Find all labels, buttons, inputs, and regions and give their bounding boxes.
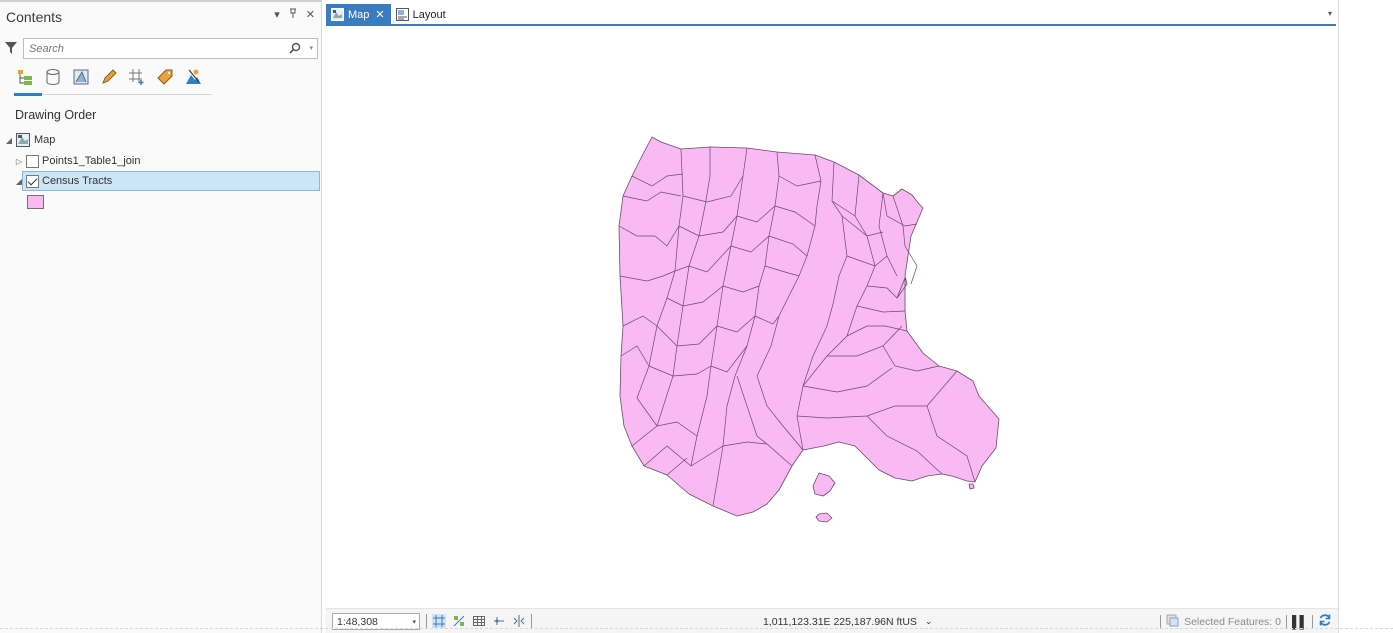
tract-island-1: [813, 473, 835, 496]
drawing-order-icon: [16, 68, 34, 86]
census-tracts-map: [327, 26, 1336, 608]
legend-symbol-swatch[interactable]: [27, 195, 44, 209]
tab-close-icon[interactable]: ✕: [375, 8, 384, 21]
map-icon: [331, 8, 344, 21]
tree-item-label: Points1_Table1_join: [42, 155, 140, 167]
map-icon: [16, 133, 30, 147]
search-box: ▾: [23, 38, 318, 59]
tree-item-map[interactable]: ◢ Map: [4, 130, 304, 150]
divider: [1160, 615, 1161, 629]
tree-item-points1-table1-join[interactable]: ▷ Points1_Table1_join: [14, 151, 314, 171]
tree-item-census-tracts[interactable]: ◢ Census Tracts: [22, 171, 320, 191]
table-toggle-button[interactable]: [471, 613, 487, 629]
collapse-triangle-icon[interactable]: ◢: [14, 177, 24, 186]
snapping-icon: [128, 68, 146, 86]
grid-toggle-button[interactable]: [451, 613, 467, 629]
pane-pin-button[interactable]: [289, 8, 297, 21]
drawing-order-heading: Drawing Order: [15, 108, 96, 122]
table-icon: [472, 614, 486, 628]
constraint-toggle-button[interactable]: [491, 613, 507, 629]
contents-toolbar: [14, 66, 203, 88]
tab-list-chevron-icon[interactable]: ▾: [1328, 9, 1332, 18]
status-tools: [426, 613, 532, 629]
pane-top-border: [0, 0, 322, 4]
layout-icon: [396, 8, 409, 21]
snapping-icon: [432, 614, 446, 628]
tract-main-polygon: [619, 137, 999, 516]
contents-pane: Contents ▾ ✕ ▾: [0, 0, 322, 633]
pane-options-button[interactable]: ▾: [274, 8, 280, 21]
constraint-icon: [492, 614, 506, 628]
label-tag-icon: [156, 68, 174, 86]
pencil-icon: [100, 68, 118, 86]
bottom-border: [0, 628, 1393, 633]
list-by-perspective-imagery-button[interactable]: [182, 66, 203, 88]
divider: [426, 614, 427, 628]
layer-visibility-checkbox[interactable]: [26, 155, 39, 168]
divider: [1286, 615, 1287, 629]
imagery-icon: [184, 68, 202, 86]
visibility-icon: [72, 68, 90, 86]
tab-label: Map: [348, 9, 369, 21]
tab-map[interactable]: Map ✕: [326, 4, 391, 25]
divider: [531, 614, 532, 628]
tab-layout[interactable]: Layout: [391, 4, 452, 25]
pin-icon: [289, 8, 297, 18]
coordinate-readout: 1,011,123.31E 225,187.96N ftUS ⌄: [763, 616, 932, 628]
tab-label: Layout: [413, 9, 446, 21]
collapse-triangle-icon[interactable]: ◢: [4, 136, 14, 145]
list-by-drawing-order-button[interactable]: [14, 66, 35, 88]
map-scale-value: 1:48,308: [337, 616, 378, 628]
search-icon[interactable]: [289, 42, 301, 57]
map-view-pane: Map ✕ Layout ▾: [326, 0, 1338, 633]
tree-item-label: Map: [34, 134, 55, 146]
pane-title: Contents: [6, 9, 62, 25]
pause-drawing-button[interactable]: ▌▌: [1292, 615, 1307, 629]
toolbar-selection-indicator: [14, 93, 42, 96]
grid-icon: [452, 614, 466, 628]
list-by-data-source-button[interactable]: [42, 66, 63, 88]
snapping-toggle-button[interactable]: [431, 613, 447, 629]
coordinate-value: 1,011,123.31E 225,187.96N ftUS: [763, 616, 917, 628]
right-margin-area: [1338, 0, 1393, 633]
pane-controls: ▾ ✕: [274, 8, 315, 21]
map-canvas[interactable]: [327, 26, 1336, 608]
pane-close-button[interactable]: ✕: [306, 8, 315, 21]
tract-island-2: [816, 513, 832, 522]
database-icon: [44, 68, 62, 86]
selected-features-label: Selected Features: 0: [1184, 616, 1281, 628]
search-input[interactable]: [24, 39, 274, 58]
expand-triangle-icon[interactable]: ▷: [14, 157, 24, 166]
divider: [1312, 615, 1313, 629]
correction-icon: [512, 614, 526, 628]
tree-item-label: Census Tracts: [42, 175, 112, 187]
search-options-chevron-icon[interactable]: ▾: [309, 44, 313, 52]
view-tabs: Map ✕ Layout: [326, 4, 452, 25]
filter-icon[interactable]: [5, 42, 17, 57]
coordinate-format-chevron-icon[interactable]: ⌄: [925, 616, 933, 628]
list-by-labeling-button[interactable]: [154, 66, 175, 88]
refresh-icon: [1318, 613, 1332, 627]
correction-toggle-button[interactable]: [511, 613, 527, 629]
toolbar-divider: [14, 94, 212, 95]
layer-visibility-checkbox[interactable]: [26, 175, 39, 188]
list-by-editing-button[interactable]: [98, 66, 119, 88]
tract-islet: [969, 484, 974, 489]
list-by-snapping-button[interactable]: [126, 66, 147, 88]
list-by-visibility-button[interactable]: [70, 66, 91, 88]
chevron-down-icon: ▾: [412, 618, 416, 626]
